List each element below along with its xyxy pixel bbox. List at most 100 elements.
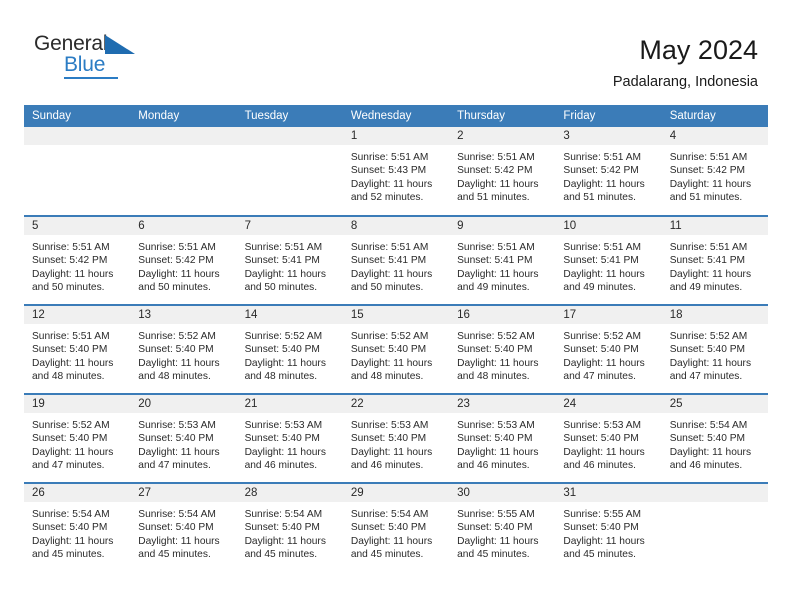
day-cell[interactable]: 2 Sunrise: 5:51 AM Sunset: 5:42 PM Daylig… xyxy=(449,127,556,216)
logo-text-general: General xyxy=(34,32,108,55)
day-cell[interactable]: 30 Sunrise: 5:55 AM Sunset: 5:40 PM Dayli… xyxy=(449,482,556,572)
day-cell[interactable]: 24 Sunrise: 5:53 AM Sunset: 5:40 PM Dayli… xyxy=(555,393,662,483)
day-cell[interactable]: 26 Sunrise: 5:54 AM Sunset: 5:40 PM Dayli… xyxy=(24,482,131,572)
day-cell[interactable]: 16 Sunrise: 5:52 AM Sunset: 5:40 PM Dayli… xyxy=(449,304,556,394)
day-details: Sunrise: 5:54 AM Sunset: 5:40 PM Dayligh… xyxy=(244,509,326,561)
title-block: May 2024 Padalarang, Indonesia xyxy=(613,32,758,92)
day-number: 4 xyxy=(661,127,768,145)
day-cell[interactable]: 21 Sunrise: 5:53 AM Sunset: 5:40 PM Dayli… xyxy=(236,393,343,483)
day-cell[interactable]: 10 Sunrise: 5:51 AM Sunset: 5:41 PM Dayli… xyxy=(555,215,662,305)
day-details: Sunrise: 5:54 AM Sunset: 5:40 PM Dayligh… xyxy=(32,509,114,561)
day-details xyxy=(662,502,768,508)
day-number: 23 xyxy=(449,395,556,413)
day-cell[interactable]: 27 Sunrise: 5:54 AM Sunset: 5:40 PM Dayli… xyxy=(130,482,237,572)
day-number: 21 xyxy=(236,395,343,413)
day-details: Sunrise: 5:51 AM Sunset: 5:42 PM Dayligh… xyxy=(138,242,220,294)
day-details: Sunrise: 5:52 AM Sunset: 5:40 PM Dayligh… xyxy=(32,420,114,472)
day-number: 1 xyxy=(342,127,450,145)
day-cell[interactable]: 23 Sunrise: 5:53 AM Sunset: 5:40 PM Dayli… xyxy=(449,393,556,483)
day-cell[interactable]: 20 Sunrise: 5:53 AM Sunset: 5:40 PM Dayli… xyxy=(130,393,237,483)
day-cell[interactable]: 29 Sunrise: 5:54 AM Sunset: 5:40 PM Dayli… xyxy=(342,482,450,572)
day-details: Sunrise: 5:51 AM Sunset: 5:42 PM Dayligh… xyxy=(457,152,539,204)
day-details: Sunrise: 5:52 AM Sunset: 5:40 PM Dayligh… xyxy=(457,331,539,383)
day-details: Sunrise: 5:52 AM Sunset: 5:40 PM Dayligh… xyxy=(563,331,645,383)
calendar-page: General Blue May 2024 Padalarang, Indone… xyxy=(0,0,792,612)
day-cell[interactable]: 18 Sunrise: 5:52 AM Sunset: 5:40 PM Dayli… xyxy=(661,304,768,394)
day-number: 24 xyxy=(555,395,662,413)
day-details: Sunrise: 5:51 AM Sunset: 5:42 PM Dayligh… xyxy=(669,152,752,204)
general-blue-logo[interactable]: General Blue xyxy=(34,32,146,84)
day-details: Sunrise: 5:54 AM Sunset: 5:40 PM Dayligh… xyxy=(350,509,433,561)
day-cell[interactable]: 8 Sunrise: 5:51 AM Sunset: 5:41 PM Daylig… xyxy=(342,215,450,305)
weekday-header-tuesday: Tuesday xyxy=(236,105,343,127)
day-number: 26 xyxy=(24,484,131,502)
day-cell[interactable]: 3 Sunrise: 5:51 AM Sunset: 5:42 PM Daylig… xyxy=(555,127,662,216)
day-details: Sunrise: 5:51 AM Sunset: 5:43 PM Dayligh… xyxy=(350,152,433,204)
day-cell[interactable]: 14 Sunrise: 5:52 AM Sunset: 5:40 PM Dayli… xyxy=(236,304,343,394)
day-details xyxy=(130,145,236,151)
day-cell xyxy=(236,127,343,216)
weekday-header-friday: Friday xyxy=(555,105,662,127)
day-cell xyxy=(661,482,768,572)
day-cell[interactable]: 15 Sunrise: 5:52 AM Sunset: 5:40 PM Dayli… xyxy=(342,304,450,394)
day-number: 27 xyxy=(130,484,237,502)
day-details: Sunrise: 5:51 AM Sunset: 5:41 PM Dayligh… xyxy=(457,242,539,294)
day-number: 6 xyxy=(130,217,237,235)
day-details: Sunrise: 5:53 AM Sunset: 5:40 PM Dayligh… xyxy=(244,420,326,472)
day-details: Sunrise: 5:51 AM Sunset: 5:41 PM Dayligh… xyxy=(669,242,752,294)
day-details: Sunrise: 5:51 AM Sunset: 5:41 PM Dayligh… xyxy=(563,242,645,294)
day-details xyxy=(24,145,130,151)
day-number xyxy=(130,127,237,145)
day-number: 14 xyxy=(236,306,343,324)
page-header: General Blue May 2024 Padalarang, Indone… xyxy=(34,32,758,98)
day-details: Sunrise: 5:52 AM Sunset: 5:40 PM Dayligh… xyxy=(138,331,220,383)
weekday-header-thursday: Thursday xyxy=(449,105,556,127)
day-details: Sunrise: 5:55 AM Sunset: 5:40 PM Dayligh… xyxy=(457,509,539,561)
day-cell[interactable]: 13 Sunrise: 5:52 AM Sunset: 5:40 PM Dayli… xyxy=(130,304,237,394)
calendar-week-row: 5 Sunrise: 5:51 AM Sunset: 5:42 PM Daylig… xyxy=(24,215,768,305)
calendar-week-row: 1 Sunrise: 5:51 AM Sunset: 5:43 PM Daylig… xyxy=(24,127,768,216)
calendar-week-row: 26 Sunrise: 5:54 AM Sunset: 5:40 PM Dayli… xyxy=(24,482,768,572)
day-number: 18 xyxy=(661,306,768,324)
day-number: 31 xyxy=(555,484,662,502)
day-cell[interactable]: 12 Sunrise: 5:51 AM Sunset: 5:40 PM Dayli… xyxy=(24,304,131,394)
day-number xyxy=(24,127,131,145)
day-cell[interactable]: 17 Sunrise: 5:52 AM Sunset: 5:40 PM Dayli… xyxy=(555,304,662,394)
day-cell[interactable]: 4 Sunrise: 5:51 AM Sunset: 5:42 PM Daylig… xyxy=(661,127,768,216)
weekday-header-wednesday: Wednesday xyxy=(342,105,450,127)
weekday-header-saturday: Saturday xyxy=(661,105,768,127)
calendar-body: 1 Sunrise: 5:51 AM Sunset: 5:43 PM Daylig… xyxy=(24,127,768,572)
day-cell[interactable]: 6 Sunrise: 5:51 AM Sunset: 5:42 PM Daylig… xyxy=(130,215,237,305)
day-details: Sunrise: 5:51 AM Sunset: 5:40 PM Dayligh… xyxy=(32,331,114,383)
day-cell[interactable]: 28 Sunrise: 5:54 AM Sunset: 5:40 PM Dayli… xyxy=(236,482,343,572)
day-details: Sunrise: 5:51 AM Sunset: 5:42 PM Dayligh… xyxy=(563,152,645,204)
day-cell[interactable]: 9 Sunrise: 5:51 AM Sunset: 5:41 PM Daylig… xyxy=(449,215,556,305)
day-details: Sunrise: 5:51 AM Sunset: 5:42 PM Dayligh… xyxy=(32,242,114,294)
day-details: Sunrise: 5:54 AM Sunset: 5:40 PM Dayligh… xyxy=(669,420,752,472)
day-cell[interactable]: 11 Sunrise: 5:51 AM Sunset: 5:41 PM Dayli… xyxy=(661,215,768,305)
day-number: 11 xyxy=(661,217,768,235)
day-number: 2 xyxy=(449,127,556,145)
calendar-week-row: 12 Sunrise: 5:51 AM Sunset: 5:40 PM Dayli… xyxy=(24,304,768,394)
logo-text-blue: Blue xyxy=(64,53,106,76)
day-cell[interactable]: 22 Sunrise: 5:53 AM Sunset: 5:40 PM Dayli… xyxy=(342,393,450,483)
day-cell[interactable]: 5 Sunrise: 5:51 AM Sunset: 5:42 PM Daylig… xyxy=(24,215,131,305)
day-number: 15 xyxy=(342,306,450,324)
day-cell[interactable]: 7 Sunrise: 5:51 AM Sunset: 5:41 PM Daylig… xyxy=(236,215,343,305)
day-number xyxy=(236,127,343,145)
day-details: Sunrise: 5:55 AM Sunset: 5:40 PM Dayligh… xyxy=(563,509,645,561)
day-number: 10 xyxy=(555,217,662,235)
day-details: Sunrise: 5:53 AM Sunset: 5:40 PM Dayligh… xyxy=(138,420,220,472)
day-details: Sunrise: 5:51 AM Sunset: 5:41 PM Dayligh… xyxy=(350,242,433,294)
weekday-header-sunday: Sunday xyxy=(24,105,131,127)
day-cell[interactable]: 19 Sunrise: 5:52 AM Sunset: 5:40 PM Dayli… xyxy=(24,393,131,483)
day-cell[interactable]: 25 Sunrise: 5:54 AM Sunset: 5:40 PM Dayli… xyxy=(661,393,768,483)
day-cell[interactable]: 31 Sunrise: 5:55 AM Sunset: 5:40 PM Dayli… xyxy=(555,482,662,572)
location-subtitle: Padalarang, Indonesia xyxy=(612,74,758,90)
day-cell[interactable]: 1 Sunrise: 5:51 AM Sunset: 5:43 PM Daylig… xyxy=(342,127,450,216)
day-number: 25 xyxy=(661,395,768,413)
day-number: 19 xyxy=(24,395,131,413)
day-number: 7 xyxy=(236,217,343,235)
day-cell xyxy=(130,127,237,216)
calendar-week-row: 19 Sunrise: 5:52 AM Sunset: 5:40 PM Dayli… xyxy=(24,393,768,483)
